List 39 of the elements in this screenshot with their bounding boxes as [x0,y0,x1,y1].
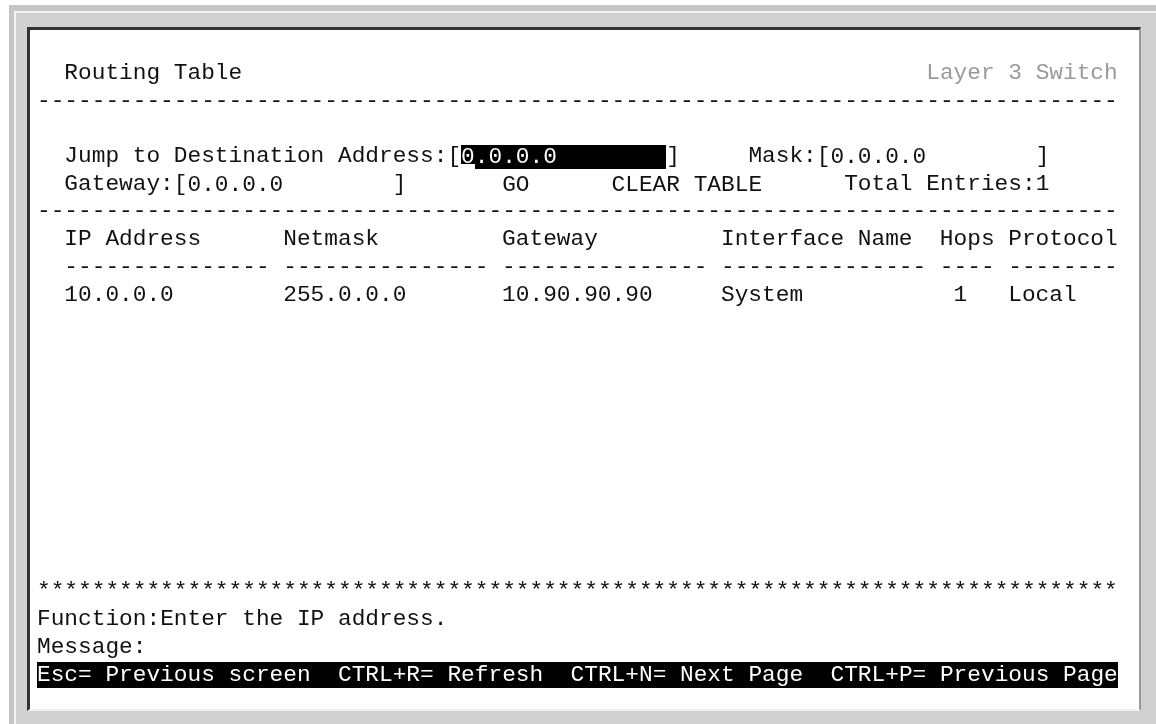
key-hint: Esc= Previous screen [37,662,311,689]
separator-line: ------------------------------------------------------------------------------- [37,198,1118,227]
table-cell: 1 [953,281,968,308]
column-underline: -------- [1008,253,1118,280]
column-header: Hops [939,226,995,253]
total-entries-value: 1 [1035,170,1050,199]
table-cell: 10.90.90.90 [502,281,653,308]
column-header: Gateway [502,226,598,253]
total-entries-label: Total Entries: [844,170,1036,199]
column-header: Protocol [1008,226,1118,253]
go-button[interactable]: GO [502,172,530,197]
field-label: Jump to Destination Address: [64,143,448,171]
field-label: Gateway: [64,170,174,199]
screen-title: Routing Table [64,60,243,88]
column-header: Interface Name [721,226,913,253]
table-cell: System [721,281,804,308]
function-text: Enter the IP address. [160,605,448,634]
function-label: Function: [37,605,161,634]
column-header: IP Address [64,226,202,253]
clear-table-button[interactable]: CLEAR TABLE [611,172,763,197]
separator-line: ------------------------------------------------------------------------------- [37,87,1118,116]
table-cell: 255.0.0.0 [283,281,407,308]
column-underline: --------------- [721,253,927,280]
column-underline: --------------- [502,253,708,280]
column-header: Netmask [283,226,379,253]
device-type-label: Layer 3 Switch [926,60,1118,88]
column-underline: --------------- [64,253,270,280]
separator-line: ******************************************************************************* [37,578,1118,606]
column-underline: ---- [939,253,995,280]
table-cell: 10.0.0.0 [64,281,174,308]
key-hint: CTRL+N= Next Page [570,662,804,689]
column-underline: --------------- [283,253,489,280]
field-label: Mask: [748,143,817,171]
table-cell: Local [1008,281,1077,308]
key-hint: CTRL+R= Refresh [337,662,544,689]
ip-address-field[interactable]: [0.0.0.0 ] [173,170,407,199]
ip-address-field[interactable]: [0.0.0.0 ] [816,143,1050,171]
message-label: Message: [37,633,147,662]
key-hint: CTRL+P= Previous Page [830,662,1118,689]
